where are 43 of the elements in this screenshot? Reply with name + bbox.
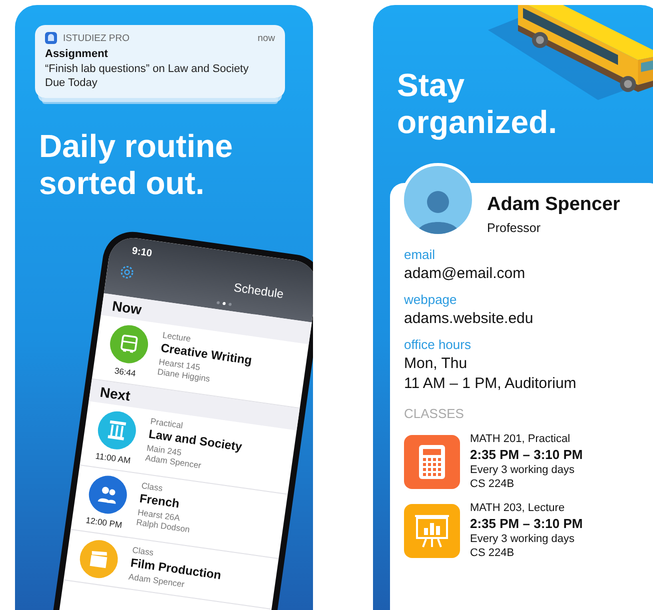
clapperboard-icon xyxy=(88,548,109,570)
status-time: 9:10 xyxy=(131,246,153,260)
podium-icon xyxy=(106,419,128,442)
class-repeat: Every 3 working days xyxy=(470,533,576,545)
notification-title: Assignment xyxy=(45,48,109,60)
field-label: email xyxy=(404,247,436,262)
app-name: ISTUDIEZ PRO xyxy=(63,32,131,44)
field-value: Mon, Thu xyxy=(404,355,468,372)
class-room: CS 224B xyxy=(470,547,516,559)
notification-due: Due Today xyxy=(45,76,98,90)
field-label: office hours xyxy=(404,337,471,352)
class-room: CS 224B xyxy=(470,478,516,490)
class-name: French xyxy=(138,491,182,511)
field-value: adams.website.edu xyxy=(404,310,534,327)
class-time: 2:35 PM – 3:10 PM xyxy=(470,447,583,462)
class-time: 2:35 PM – 3:10 PM xyxy=(470,516,583,531)
bus-icon xyxy=(118,332,140,356)
notification-time: now xyxy=(258,32,275,44)
page-dot[interactable] xyxy=(222,302,226,306)
class-time: 12:00 PM xyxy=(85,514,123,530)
page-dot[interactable] xyxy=(216,300,220,304)
class-type: Class xyxy=(132,544,156,558)
page-dot[interactable] xyxy=(228,302,232,306)
field-value: adam@email.com xyxy=(404,265,526,282)
headline: Stay organized. xyxy=(397,67,558,141)
class-type: Lecture xyxy=(162,330,192,344)
notification-body: “Finish lab questions” on Law and Society xyxy=(45,62,250,76)
classes-heading: CLASSES xyxy=(404,406,464,421)
calculator-icon xyxy=(419,444,445,478)
class-type: Practical xyxy=(150,416,185,430)
class-time: 11:00 AM xyxy=(94,450,132,466)
class-type: Class xyxy=(140,480,164,494)
field-label: webpage xyxy=(404,292,457,307)
class-repeat: Every 3 working days xyxy=(470,464,576,476)
presentation-chart-icon xyxy=(414,514,450,548)
headline: Daily routine sorted out. xyxy=(39,128,234,202)
app-icon xyxy=(45,32,57,44)
class-time: 36:44 xyxy=(114,366,136,378)
field-value: 11 AM – 1 PM, Auditorium xyxy=(404,375,576,392)
contact-name: Adam Spencer xyxy=(487,194,620,216)
class-title: MATH 203, Lecture xyxy=(470,502,566,514)
contact-role: Professor xyxy=(487,221,542,235)
class-title: MATH 201, Practical xyxy=(470,433,572,445)
